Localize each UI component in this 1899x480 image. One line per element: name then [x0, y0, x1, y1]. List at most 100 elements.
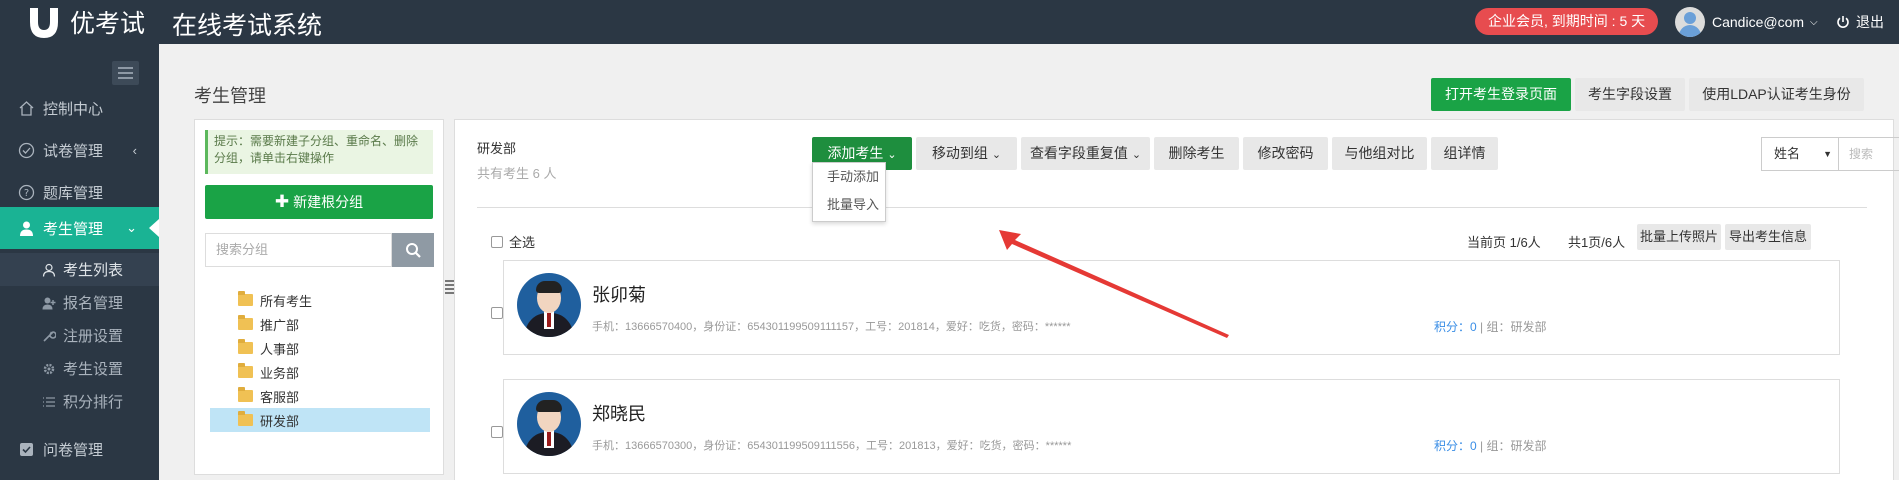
power-icon	[1837, 16, 1849, 28]
folder-icon	[238, 339, 253, 354]
move-to-group-button[interactable]: 移动到组 ⌄	[916, 137, 1017, 170]
student-photo	[517, 392, 581, 456]
search-icon	[405, 242, 421, 258]
student-photo	[517, 273, 581, 337]
sidebar-subitem-label: 积分排行	[63, 394, 124, 411]
group-search-input[interactable]: 搜索分组	[205, 233, 392, 267]
home-icon	[19, 100, 34, 116]
sidebar: 控制中心 试卷管理 ‹ ? 题库管理 考生管理 ⌄ 考生列表 报名管理 注册设置…	[0, 44, 159, 480]
tree-item-label: 人事部	[260, 341, 300, 357]
vip-badge[interactable]: 企业会员, 到期时间 : 5 天	[1475, 8, 1659, 35]
student-checkbox[interactable]	[491, 426, 503, 438]
sidebar-subitem-signup-settings[interactable]: 注册设置	[0, 319, 159, 352]
student-group: 组：研发部	[1486, 439, 1547, 453]
score-label: 积分：	[1434, 439, 1471, 453]
department-name: 研发部	[477, 141, 517, 156]
group-detail-button[interactable]: 组详情	[1431, 137, 1498, 170]
user-plus-icon	[42, 297, 56, 309]
dropdown-item-batch-import[interactable]: 批量导入	[813, 191, 885, 219]
sidebar-item-surveys[interactable]: 问卷管理	[0, 428, 159, 470]
tree-item-label: 客服部	[260, 389, 300, 405]
checkbox-icon	[20, 442, 33, 456]
user-name: Candice@com	[1712, 14, 1805, 30]
list-icon	[43, 396, 55, 407]
sidebar-subitem-registration[interactable]: 报名管理	[0, 286, 159, 319]
add-student-dropdown: 手动添加 批量导入	[812, 162, 886, 222]
tree-item-label: 业务部	[260, 365, 300, 381]
page-title: 考生管理	[194, 86, 266, 106]
sidebar-item-dashboard[interactable]: 控制中心	[0, 87, 159, 129]
move-to-group-label: 移动到组	[931, 145, 988, 161]
logo-mark-icon	[30, 6, 58, 38]
tree-item[interactable]: 推广部	[210, 312, 430, 336]
sidebar-item-label: 问卷管理	[43, 441, 104, 459]
avatar	[1675, 7, 1705, 37]
tree-item-selected[interactable]: 研发部	[210, 408, 430, 432]
chevron-down-icon: ⌄	[126, 220, 137, 235]
view-duplicates-button[interactable]: 查看字段重复值 ⌄	[1021, 137, 1150, 170]
tree-item-label: 研发部	[260, 413, 300, 429]
user-outline-icon	[42, 263, 56, 277]
student-search-input[interactable]: 搜索	[1839, 137, 1899, 171]
check-circle-icon	[18, 142, 35, 158]
tree-item[interactable]: 人事部	[210, 336, 430, 360]
user-icon	[20, 221, 33, 236]
sidebar-item-label: 控制中心	[43, 100, 104, 118]
svg-text:?: ?	[24, 188, 29, 199]
change-password-button[interactable]: 修改密码	[1243, 137, 1328, 170]
batch-upload-photos-button[interactable]: 批量上传照片	[1637, 224, 1721, 250]
student-checkbox[interactable]	[491, 307, 503, 319]
tree-item[interactable]: 所有考生	[210, 288, 430, 312]
student-card[interactable]: 郑晓民 手机：13666570300，身份证：65430119950911155…	[503, 379, 1840, 474]
sidebar-item-label: 题库管理	[43, 184, 104, 202]
group-search-button[interactable]	[392, 233, 434, 267]
export-students-button[interactable]: 导出考生信息	[1725, 224, 1811, 250]
score-value: 0	[1470, 320, 1477, 334]
active-notch	[149, 219, 159, 237]
tree-item[interactable]: 客服部	[210, 384, 430, 408]
group-tree: 所有考生 推广部 人事部 业务部 客服部 研发部	[210, 288, 430, 432]
score-value: 0	[1470, 439, 1477, 453]
sidebar-subitem-student-settings[interactable]: 考生设置	[0, 352, 159, 385]
sidebar-item-students[interactable]: 考生管理 ⌄	[0, 207, 159, 249]
logout-label: 退出	[1856, 14, 1884, 30]
select-all-checkbox[interactable]	[491, 235, 503, 248]
student-score: 积分：0 | 组：研发部	[1434, 320, 1547, 334]
sidebar-subitem-label: 考生列表	[63, 262, 124, 279]
sidebar-subitem-score-ranking[interactable]: 积分排行	[0, 385, 159, 418]
sidebar-item-label: 考生管理	[43, 220, 104, 238]
logo[interactable]: 优考试	[26, 2, 145, 42]
wrench-icon	[43, 330, 56, 342]
user-menu[interactable]: Candice@com ⌵	[1675, 7, 1818, 37]
student-score: 积分：0 | 组：研发部	[1434, 439, 1547, 453]
folder-icon	[238, 291, 253, 306]
select-all-label: 全选	[509, 235, 536, 250]
search-field-select[interactable]: 姓名 ▼	[1761, 137, 1839, 171]
search-field-value: 姓名	[1774, 146, 1801, 161]
folder-icon	[238, 315, 253, 330]
sidebar-toggle-icon[interactable]	[112, 61, 139, 85]
department-count: 共有考生 6 人	[477, 166, 557, 181]
logout-button[interactable]: 退出	[1836, 12, 1884, 32]
score-label: 积分：	[1434, 320, 1471, 334]
new-root-group-button[interactable]: ✚ 新建根分组	[205, 185, 433, 219]
current-page-info: 当前页 1/6人	[1467, 235, 1541, 250]
student-group: 组：研发部	[1486, 320, 1547, 334]
total-page-info: 共1页/6人	[1568, 235, 1626, 250]
ldap-auth-button[interactable]: 使用LDAP认证考生身份	[1689, 78, 1864, 111]
tree-item[interactable]: 业务部	[210, 360, 430, 384]
field-settings-button[interactable]: 考生字段设置	[1575, 78, 1685, 111]
gear-icon	[43, 363, 55, 374]
delete-student-button[interactable]: 删除考生	[1154, 137, 1239, 170]
sidebar-subitem-student-list[interactable]: 考生列表	[0, 253, 159, 286]
folder-icon	[238, 387, 253, 402]
select-all[interactable]: 全选	[491, 232, 535, 251]
sidebar-item-papers[interactable]: 试卷管理 ‹	[0, 129, 159, 171]
compare-groups-button[interactable]: 与他组对比	[1332, 137, 1427, 170]
open-login-page-button[interactable]: 打开考生登录页面	[1431, 78, 1571, 111]
folder-icon	[238, 363, 253, 378]
divider	[477, 207, 1867, 208]
sidebar-subitem-label: 考生设置	[63, 361, 124, 378]
student-name: 郑晓民	[592, 404, 646, 424]
dropdown-item-manual-add[interactable]: 手动添加	[813, 163, 885, 191]
